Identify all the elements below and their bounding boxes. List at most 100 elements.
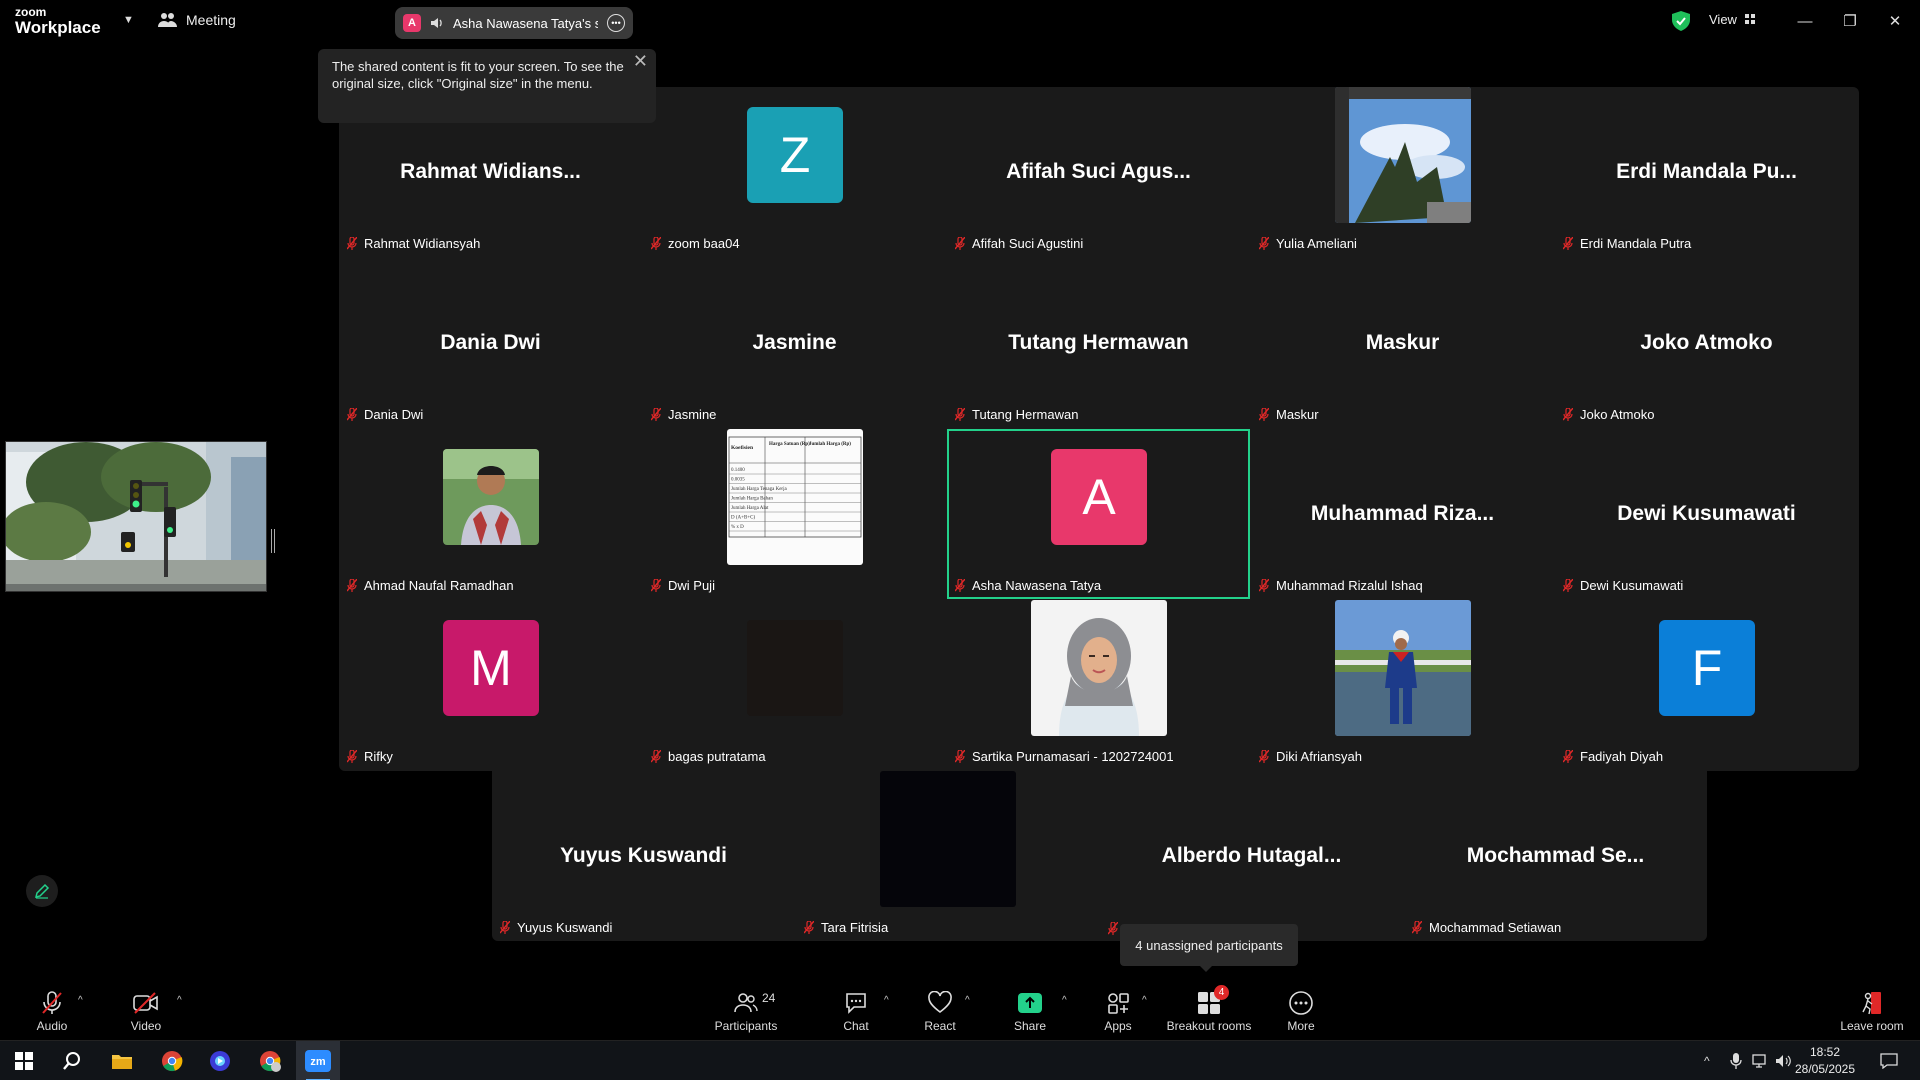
participant-tile[interactable]: Sartika Purnamasari - 1202724001 (947, 600, 1250, 770)
react-button[interactable]: React (918, 981, 962, 1039)
share-button[interactable]: Share (1008, 981, 1052, 1039)
participant-tile[interactable]: Muhammad Riza... Muhammad Rizalul Ishaq (1251, 429, 1554, 599)
chevron-down-icon[interactable]: ▼ (123, 14, 134, 26)
participant-display-name: Rahmat Widians... (400, 160, 581, 183)
meeting-button[interactable]: Meeting (158, 12, 236, 28)
participant-name-label: Sartika Purnamasari - 1202724001 (955, 749, 1174, 764)
taskbar-clock[interactable]: 18:52 28/05/2025 (1790, 1044, 1860, 1078)
share-options-chevron-up-icon[interactable]: ^ (1062, 995, 1067, 1006)
network-icon[interactable] (1752, 1041, 1770, 1080)
doc-col-1: Koefisien (731, 445, 753, 451)
participant-tile[interactable]: Jasmine Jasmine (643, 258, 946, 428)
participant-name-label: Jasmine (651, 407, 716, 422)
participant-tile[interactable]: Mochammad Se... Mochammad Setiawan (1404, 771, 1707, 941)
apps-button[interactable]: Apps (1096, 981, 1140, 1039)
participant-tile[interactable]: Joko Atmoko Joko Atmoko (1555, 258, 1858, 428)
video-button[interactable]: Video (124, 981, 168, 1039)
self-view-video[interactable] (5, 441, 267, 592)
participant-tile[interactable]: Yuyus Kuswandi Yuyus Kuswandi (492, 771, 795, 941)
self-view-resize-handle[interactable] (271, 529, 275, 553)
mic-muted-icon (651, 237, 661, 250)
close-window-button[interactable]: ✕ (1878, 8, 1912, 34)
chat-button[interactable]: Chat (834, 981, 878, 1039)
brand-top: zoom (15, 5, 47, 19)
doc-row: % x D (731, 525, 744, 530)
participants-count: 24 (762, 991, 776, 1005)
apps-options-chevron-up-icon[interactable]: ^ (1142, 995, 1147, 1006)
participant-tile[interactable]: Diki Afriansyah (1251, 600, 1554, 770)
participant-tile[interactable]: Maskur Maskur (1251, 258, 1554, 428)
brand-bottom: Workplace (15, 18, 101, 37)
video-options-chevron-up-icon[interactable]: ^ (177, 995, 182, 1006)
participant-name: Sartika Purnamasari - 1202724001 (972, 749, 1174, 764)
mic-muted-icon (1563, 579, 1573, 592)
more-label: More (1287, 1019, 1315, 1033)
audio-button[interactable]: Audio (30, 981, 74, 1039)
media-app-icon[interactable] (198, 1041, 242, 1080)
participant-name-label: Maskur (1259, 407, 1319, 422)
participant-tile[interactable]: bagas putratama (643, 600, 946, 770)
participant-name-label: Rahmat Widiansyah (347, 236, 480, 251)
svg-text:zm: zm (310, 1056, 326, 1068)
mic-muted-icon (1563, 237, 1573, 250)
participant-display-name: Mochammad Se... (1466, 844, 1645, 867)
participant-name: Dania Dwi (364, 407, 424, 422)
apps-icon (1108, 993, 1129, 1014)
file-explorer-icon[interactable] (100, 1041, 144, 1080)
participant-name-label: Fadiyah Diyah (1563, 749, 1663, 764)
participant-name-label: Dwi Puji (651, 578, 715, 593)
react-options-chevron-up-icon[interactable]: ^ (965, 995, 970, 1006)
breakout-rooms-button[interactable]: 4 Breakout rooms (1162, 981, 1256, 1039)
participant-name-label: Yulia Ameliani (1259, 236, 1357, 251)
participant-name-label: Rifky (347, 749, 393, 764)
participant-display-name: Jasmine (752, 331, 837, 354)
participant-tile[interactable]: Dania Dwi Dania Dwi (339, 258, 642, 428)
mic-muted-icon (651, 408, 661, 421)
notifications-icon[interactable] (1880, 1041, 1898, 1080)
view-button[interactable]: View (1709, 12, 1756, 27)
chrome-icon[interactable] (150, 1041, 194, 1080)
tray-chevron-up-icon[interactable]: ^ (1704, 1041, 1710, 1080)
mic-muted-icon (1563, 750, 1573, 763)
zoom-taskbar-icon[interactable]: zm (296, 1041, 340, 1080)
chat-options-chevron-up-icon[interactable]: ^ (884, 995, 889, 1006)
leave-room-button[interactable]: Leave room (1836, 981, 1908, 1039)
participant-name-label: Afifah Suci Agustini (955, 236, 1083, 251)
close-icon[interactable]: ✕ (633, 52, 648, 70)
search-icon[interactable] (50, 1041, 94, 1080)
heart-icon (928, 991, 952, 1014)
participant-name-label: Mochammad Setiawan (1412, 920, 1561, 935)
video-thumbnail (1031, 600, 1167, 736)
participant-name: Tara Fitrisia (821, 920, 889, 935)
windows-start-icon[interactable] (2, 1041, 46, 1080)
participant-tile[interactable]: M Rifky (339, 600, 642, 770)
screen-share-indicator[interactable]: A Asha Nawasena Tatya's scree ••• (395, 7, 633, 39)
participant-tile[interactable]: Dewi Kusumawati Dewi Kusumawati (1555, 429, 1858, 599)
microphone-tray-icon[interactable] (1730, 1041, 1742, 1080)
participants-button[interactable]: 24 Participants (712, 981, 780, 1039)
shield-icon[interactable] (1672, 11, 1690, 31)
participant-tile[interactable]: Alberdo Hutagal... (1100, 771, 1403, 941)
participant-tile[interactable]: F Fadiyah Diyah (1555, 600, 1858, 770)
participant-tile[interactable]: Afifah Suci Agus... Afifah Suci Agustini (947, 87, 1250, 257)
chrome-profile-icon[interactable] (248, 1041, 292, 1080)
participant-tile[interactable]: Zzoom baa04 (643, 87, 946, 257)
participant-tile[interactable]: Tutang Hermawan Tutang Hermawan (947, 258, 1250, 428)
participant-tile[interactable]: Yulia Ameliani (1251, 87, 1554, 257)
doc-row: Jumlah Harga Bahan (731, 497, 773, 502)
mic-muted-icon (1108, 922, 1118, 935)
more-button[interactable]: More (1279, 981, 1323, 1039)
minimize-button[interactable]: — (1788, 8, 1822, 34)
video-thumbnail (747, 620, 843, 716)
participant-tile[interactable]: Erdi Mandala Pu... Erdi Mandala Putra (1555, 87, 1858, 257)
more-options-icon[interactable]: ••• (607, 14, 625, 32)
participant-tile[interactable]: A Asha Nawasena Tatya (947, 429, 1250, 599)
breakout-label: Breakout rooms (1166, 1019, 1252, 1033)
participant-tile[interactable]: Koefisien Harga Satuan (Rp) Jumlah Harga (… (643, 429, 946, 599)
zoom-window: zoom Workplace ▼ Meeting A Asha Nawasena… (0, 0, 1920, 1080)
audio-options-chevron-up-icon[interactable]: ^ (78, 995, 83, 1006)
participant-tile[interactable]: Ahmad Naufal Ramadhan (339, 429, 642, 599)
annotate-button[interactable] (26, 875, 58, 907)
restore-button[interactable]: ❐ (1833, 8, 1867, 34)
participant-tile[interactable]: Tara Fitrisia (796, 771, 1099, 941)
